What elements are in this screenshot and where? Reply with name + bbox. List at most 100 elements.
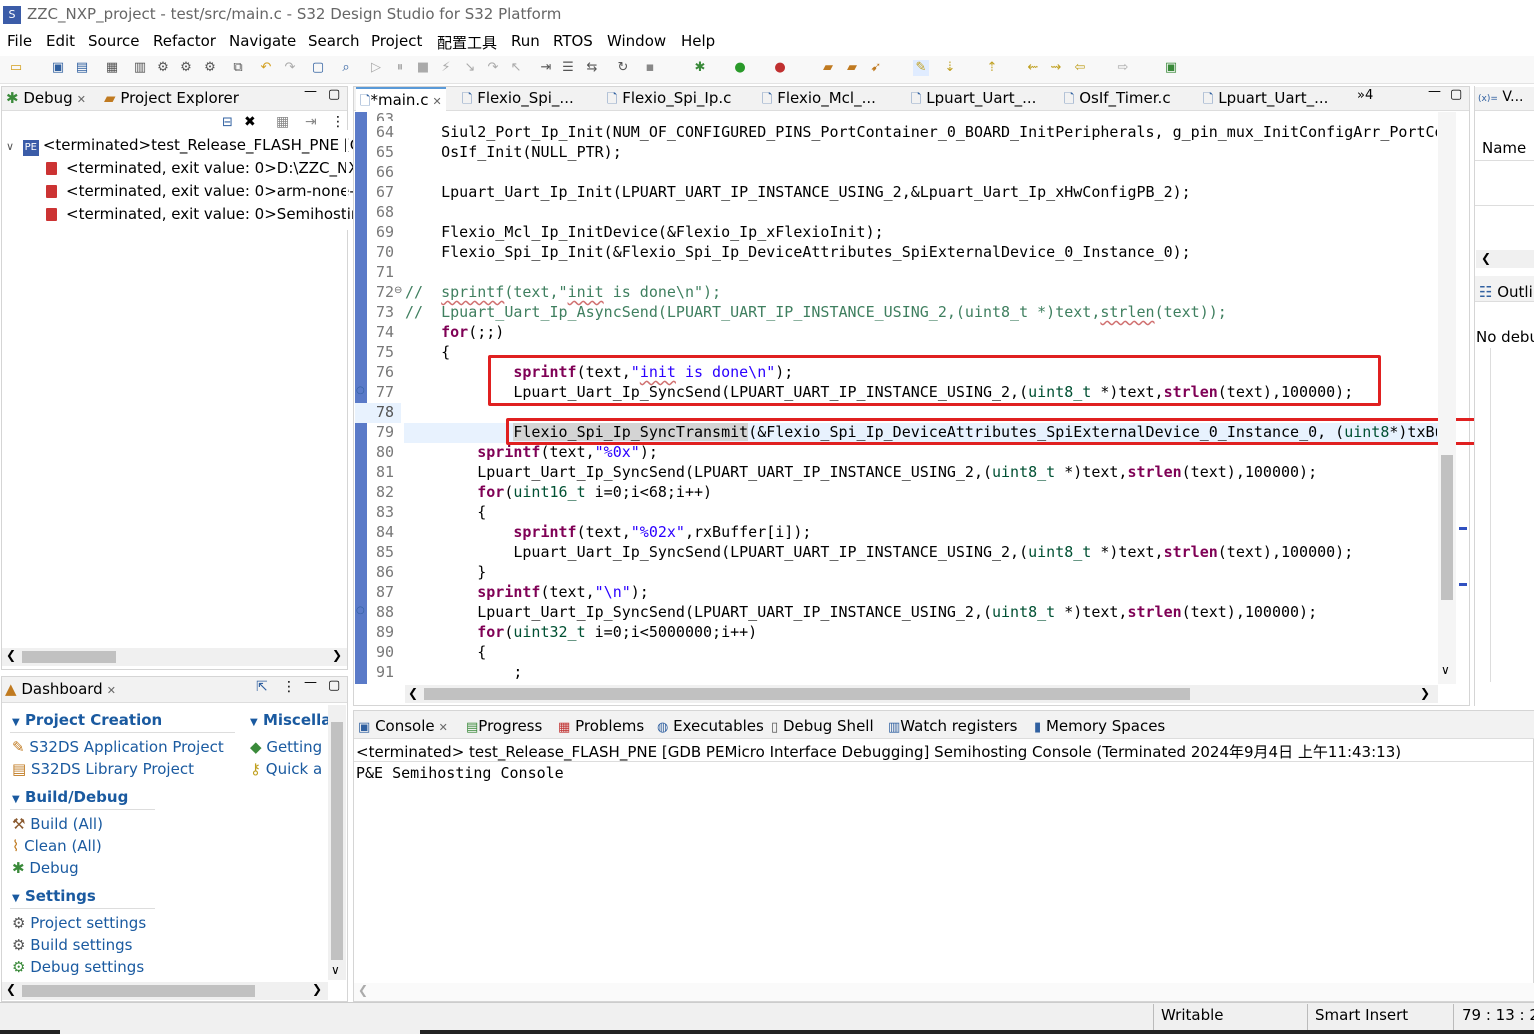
code-line[interactable]: ; (405, 662, 522, 682)
view-menu-icon[interactable]: ⋮ (282, 679, 296, 695)
tab-watch-registers[interactable]: ▥Watch registers (888, 717, 1017, 735)
grid-icon[interactable]: ▥ (132, 60, 148, 76)
open-type-icon[interactable]: ▰ (844, 60, 860, 76)
section-miscellaneous[interactable]: ▼ Miscella (250, 711, 328, 729)
overview-marker[interactable] (1459, 527, 1467, 530)
overview-marker[interactable] (1459, 583, 1467, 586)
link-clean-all[interactable]: ⌇ Clean (All) (12, 837, 102, 855)
suspend-icon[interactable]: ⏸ (392, 60, 408, 76)
last-edit-icon[interactable]: ⇜ (1025, 60, 1041, 76)
step-over-icon[interactable]: ↷ (485, 60, 501, 76)
back-icon[interactable]: ⇦ (1072, 60, 1088, 76)
debug-hscroll-thumb[interactable] (22, 651, 116, 663)
code-line[interactable]: // sprintf(text,"init is done\n"); (405, 282, 721, 302)
close-icon[interactable]: ✕ (439, 721, 448, 734)
code-line[interactable]: { (405, 642, 486, 662)
menu-run[interactable]: Run (511, 32, 540, 50)
tab-outline[interactable]: ☷ Outli (1479, 283, 1533, 301)
collapse-all-icon[interactable]: ⊟ (222, 115, 233, 130)
step-return-icon[interactable]: ↖ (508, 60, 524, 76)
column-header-name[interactable]: Name (1482, 139, 1526, 157)
code-line[interactable]: Lpuart_Uart_Ip_SyncSend(LPUART_UART_IP_I… (405, 462, 1317, 482)
open-folder-icon[interactable]: ▰ (820, 60, 836, 76)
tree-item-process[interactable]: <terminated, exit value: 0>arm-none-e (46, 182, 364, 200)
code-line[interactable]: Lpuart_Uart_Ip_SyncSend(LPUART_UART_IP_I… (405, 542, 1353, 562)
link-debug[interactable]: ✱ Debug (12, 859, 79, 877)
code-line[interactable]: Lpuart_Uart_Ip_SyncSend(LPUART_UART_IP_I… (405, 602, 1317, 622)
scroll-left-icon[interactable]: ❮ (6, 982, 16, 996)
editor-tab[interactable]: 🗋 Lpuart_Uart_... (1203, 89, 1328, 112)
terminate-icon[interactable]: ■ (415, 60, 431, 76)
editor-vscroll-thumb[interactable] (1441, 455, 1453, 600)
close-icon[interactable]: ✕ (432, 95, 441, 108)
editor-hscroll-thumb[interactable] (424, 688, 1190, 700)
section-project-creation[interactable]: ▼ Project Creation (12, 711, 162, 729)
scroll-right-icon[interactable]: ❯ (312, 982, 322, 996)
view-menu-icon[interactable]: ⋮ (331, 114, 345, 130)
code-line[interactable]: sprintf(text,"\n"); (405, 582, 649, 602)
save-icon[interactable]: ▣ (50, 60, 66, 76)
instruction-step-icon[interactable]: ⇥ (538, 60, 554, 76)
run-icon[interactable]: ● (732, 60, 748, 76)
tab-variables[interactable]: (x)= V... (1478, 89, 1523, 105)
code-line[interactable]: Lpuart_Uart_Ip_Init(LPUART_UART_IP_INSTA… (405, 182, 1191, 202)
maximize-icon[interactable]: ▢ (328, 678, 340, 693)
tab-console[interactable]: ▣ Console ✕ (358, 717, 448, 735)
scroll-right-icon[interactable]: ❯ (1420, 686, 1430, 700)
editor-tab[interactable]: 🗋 Flexio_Mcl_... (762, 89, 876, 112)
editor-tab[interactable]: 🗋 OsIf_Timer.c (1064, 89, 1171, 112)
console-output[interactable]: P&E Semihosting Console (356, 764, 564, 782)
next-annotation-icon[interactable]: ⇣ (942, 60, 958, 76)
perspective-icon[interactable]: ▣ (1163, 60, 1179, 76)
tab-executables[interactable]: ◍ Executables (657, 717, 764, 735)
maximize-icon[interactable]: ▢ (1450, 87, 1462, 102)
tab-problems[interactable]: ▦ Problems (558, 717, 644, 735)
code-line[interactable]: Siul2_Port_Ip_Init(NUM_OF_CONFIGURED_PIN… (405, 122, 1437, 142)
menu-file[interactable]: File (7, 32, 32, 50)
terminal-icon[interactable]: ▢ (310, 60, 326, 76)
editor-tab[interactable]: 🗋 Flexio_Spi_... (462, 89, 574, 112)
menu-search[interactable]: Search (308, 32, 360, 50)
menu-navigate[interactable]: Navigate (229, 32, 296, 50)
close-icon[interactable]: ✕ (107, 684, 116, 697)
code-line[interactable]: // Lpuart_Uart_Ip_AsyncSend(LPUART_UART_… (405, 302, 1227, 322)
menu-config-tools[interactable]: 配置工具 (437, 32, 497, 53)
remove-terminated-icon[interactable]: ✖ (244, 114, 256, 130)
link-quick-access[interactable]: ⚷ Quick a (250, 760, 328, 778)
maximize-icon[interactable]: ▢ (328, 87, 340, 102)
prev-annotation-icon[interactable]: ⇡ (984, 60, 1000, 76)
code-line[interactable]: } (405, 562, 486, 582)
code-line[interactable]: for(;;) (405, 322, 504, 342)
chevron-down-icon[interactable]: ∨ (6, 140, 14, 153)
scroll-left-icon[interactable]: ❮ (408, 686, 418, 700)
dashboard-action-icon[interactable]: ⇱ (256, 679, 268, 695)
link-project-settings[interactable]: ⚙ Project settings (12, 914, 146, 932)
fold-icon[interactable]: ⊖ (394, 285, 402, 296)
code-line[interactable]: { (405, 502, 486, 522)
link-s32ds-application-project[interactable]: ✎ S32DS Application Project (12, 738, 224, 756)
external-tools-icon[interactable]: ● (772, 60, 788, 76)
list-icon[interactable]: ☰ (560, 60, 576, 76)
code-line[interactable]: for(uint16_t i=0;i<68;i++) (405, 482, 712, 502)
link-debug-settings[interactable]: ⚙ Debug settings (12, 958, 144, 976)
menu-project[interactable]: Project (371, 32, 422, 50)
editor-tab-main-c[interactable]: 🗋*main.c ✕ (356, 87, 446, 111)
scroll-down-icon[interactable]: ∨ (331, 963, 340, 977)
minimize-icon[interactable]: — (304, 84, 317, 99)
step-filter-icon[interactable]: ⇥ (305, 114, 317, 130)
menu-rtos[interactable]: RTOS (553, 32, 593, 50)
section-settings[interactable]: ▼ Settings (12, 887, 96, 905)
disconnect-debug-icon[interactable]: ⚡ (438, 60, 454, 76)
redo-icon[interactable]: ↷ (282, 60, 298, 76)
tab-dashboard[interactable]: ▲ Dashboard ✕ (5, 680, 116, 698)
tab-memory-spaces[interactable]: ▮ Memory Spaces (1034, 717, 1165, 735)
chip-icon[interactable]: ▪ (642, 60, 658, 76)
new-icon[interactable]: ▭ (8, 60, 24, 76)
tab-debug-shell[interactable]: ▯ Debug Shell (771, 717, 874, 735)
code-line[interactable]: sprintf(text,"%02x",rxBuffer[i]); (405, 522, 811, 542)
debug-icon[interactable]: ✱ (692, 60, 708, 76)
tab-project-explorer[interactable]: ▰ Project Explorer (104, 89, 239, 107)
tree-item-process[interactable]: <terminated, exit value: 0>Semihosting (46, 205, 370, 223)
link-build-all[interactable]: ⚒ Build (All) (12, 815, 103, 833)
menu-help[interactable]: Help (681, 32, 715, 50)
